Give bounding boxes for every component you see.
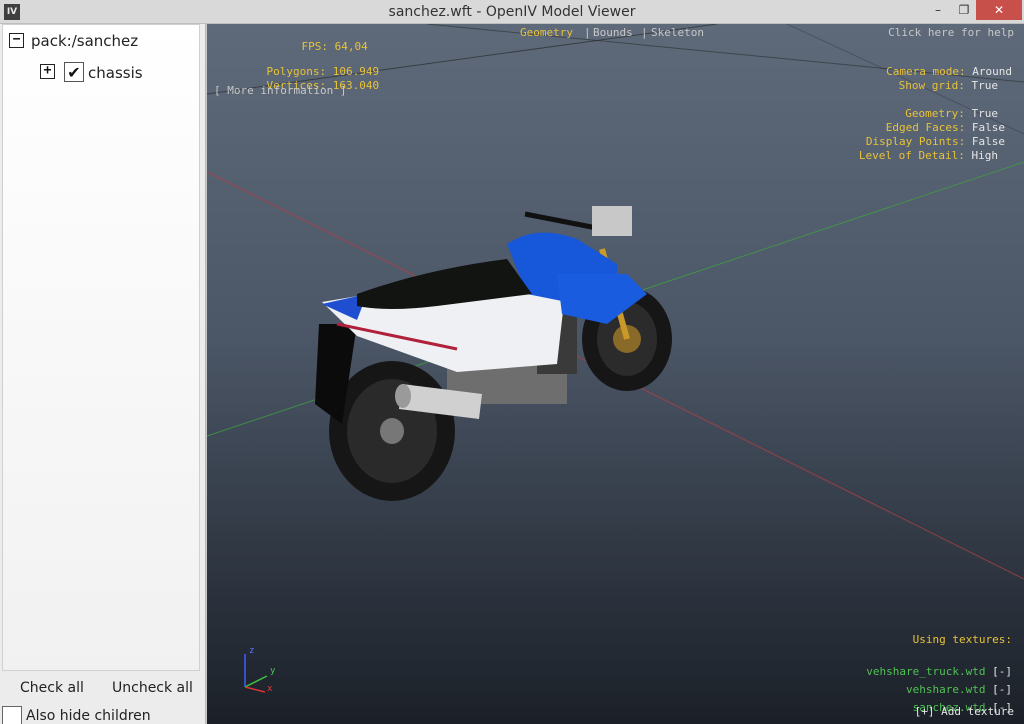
tab-skeleton[interactable]: Skeleton (651, 26, 704, 39)
maximize-button[interactable]: ❐ (950, 0, 978, 20)
axis-z-label: z (249, 646, 255, 656)
lod-setting[interactable]: Level of Detail: High (832, 135, 998, 177)
expand-icon[interactable]: + (40, 64, 55, 79)
tab-bounds[interactable]: Bounds (593, 26, 633, 39)
lod-label: Level of Detail: (858, 149, 965, 162)
window-title: sanchez.wft - OpenIV Model Viewer (388, 4, 636, 20)
tab-geometry[interactable]: Geometry (520, 26, 573, 39)
lod-value[interactable]: High (972, 149, 999, 162)
close-button[interactable]: ✕ (976, 0, 1022, 20)
show-grid-value[interactable]: True (972, 79, 999, 92)
also-hide-children-checkbox[interactable] (2, 706, 22, 724)
collapse-icon[interactable]: − (9, 33, 24, 48)
axis-y-label: y (270, 666, 276, 676)
show-grid-label: Show grid: (898, 79, 965, 92)
axis-x-label: x (267, 684, 273, 694)
tree-root-label[interactable]: pack:/sanchez (31, 32, 138, 50)
also-hide-children-label: Also hide children (26, 708, 151, 724)
tree-item-chassis[interactable]: chassis (88, 64, 143, 82)
check-all-button[interactable]: Check all (20, 680, 84, 696)
mode-separator: | (584, 26, 591, 39)
help-link[interactable]: Click here for help (888, 26, 1014, 40)
axis-gizmo (244, 654, 268, 693)
title-bar: IV sanchez.wft - OpenIV Model Viewer – ❐… (0, 0, 1024, 24)
mode-separator: | (641, 26, 648, 39)
motorcycle-model (315, 206, 672, 501)
model-tree[interactable]: − pack:/sanchez + ✔ chassis (2, 24, 200, 671)
more-information-link[interactable]: [ More information ] (214, 84, 346, 98)
using-textures-heading: Using textures: (912, 633, 1012, 646)
add-texture-button[interactable]: [+] Add texture (915, 705, 1014, 719)
3d-viewport[interactable]: FPS: 64,04 Polygons: 106.949 Vertices: 1… (207, 24, 1024, 724)
uncheck-all-button[interactable]: Uncheck all (112, 680, 193, 696)
chassis-checkbox[interactable]: ✔ (64, 62, 84, 82)
minimize-button[interactable]: – (924, 0, 952, 20)
model-tree-panel: − pack:/sanchez + ✔ chassis Check all Un… (0, 24, 206, 724)
